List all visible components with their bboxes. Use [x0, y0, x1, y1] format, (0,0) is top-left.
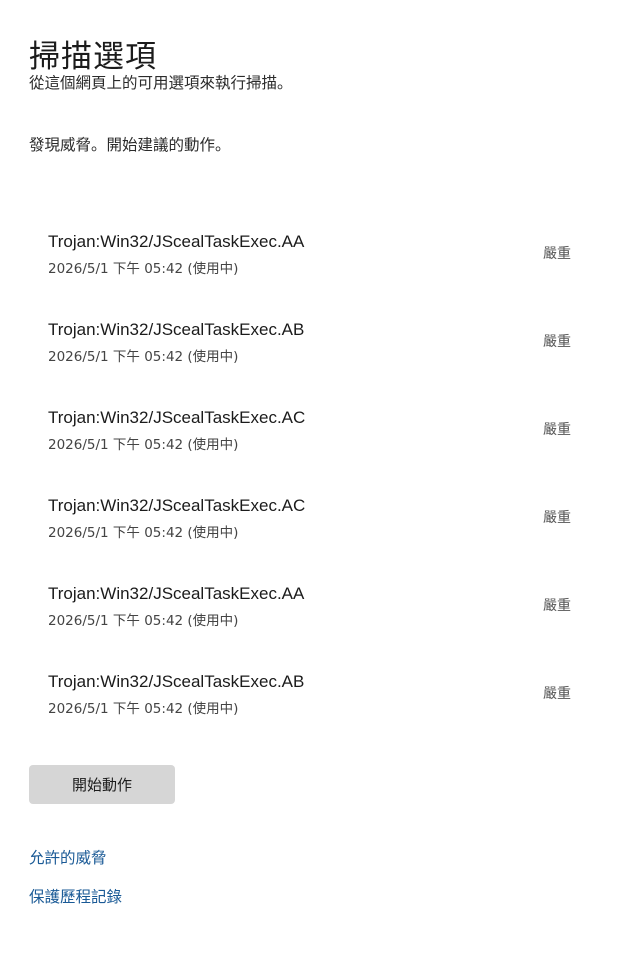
- threat-severity: 嚴重: [543, 686, 571, 702]
- threat-name: Trojan:Win32/JScealTaskExec.AA: [48, 232, 305, 251]
- threat-name: Trojan:Win32/JScealTaskExec.AB: [48, 672, 305, 691]
- threat-severity: 嚴重: [543, 246, 571, 262]
- threat-list: Trojan:Win32/JScealTaskExec.AA 2026/5/1 …: [0, 228, 635, 756]
- threat-row[interactable]: Trojan:Win32/JScealTaskExec.AB 2026/5/1 …: [0, 316, 635, 404]
- threat-timestamp: 2026/5/1 下午 05:42 (使用中): [48, 525, 239, 541]
- threat-timestamp: 2026/5/1 下午 05:42 (使用中): [48, 613, 239, 629]
- start-actions-button[interactable]: 開始動作: [29, 765, 175, 804]
- threat-severity: 嚴重: [543, 510, 571, 526]
- threat-row[interactable]: Trojan:Win32/JScealTaskExec.AC 2026/5/1 …: [0, 492, 635, 580]
- threat-name: Trojan:Win32/JScealTaskExec.AC: [48, 408, 306, 427]
- threat-severity: 嚴重: [543, 422, 571, 438]
- threat-name: Trojan:Win32/JScealTaskExec.AB: [48, 320, 305, 339]
- threat-row[interactable]: Trojan:Win32/JScealTaskExec.AA 2026/5/1 …: [0, 580, 635, 668]
- threat-timestamp: 2026/5/1 下午 05:42 (使用中): [48, 437, 239, 453]
- threat-severity: 嚴重: [543, 334, 571, 350]
- threat-row[interactable]: Trojan:Win32/JScealTaskExec.AA 2026/5/1 …: [0, 228, 635, 316]
- threat-severity: 嚴重: [543, 598, 571, 614]
- page-subtitle: 從這個網頁上的可用選項來執行掃描。: [29, 74, 293, 92]
- threat-row[interactable]: Trojan:Win32/JScealTaskExec.AB 2026/5/1 …: [0, 668, 635, 756]
- threat-row[interactable]: Trojan:Win32/JScealTaskExec.AC 2026/5/1 …: [0, 404, 635, 492]
- threat-name: Trojan:Win32/JScealTaskExec.AA: [48, 584, 305, 603]
- threat-status-text: 發現威脅。開始建議的動作。: [29, 136, 231, 154]
- protection-history-link[interactable]: 保護歷程記錄: [29, 885, 122, 907]
- threat-name: Trojan:Win32/JScealTaskExec.AC: [48, 496, 306, 515]
- threat-timestamp: 2026/5/1 下午 05:42 (使用中): [48, 701, 239, 717]
- allowed-threats-link[interactable]: 允許的威脅: [29, 846, 107, 868]
- page-title: 掃描選項: [29, 38, 157, 75]
- threat-timestamp: 2026/5/1 下午 05:42 (使用中): [48, 261, 239, 277]
- threat-timestamp: 2026/5/1 下午 05:42 (使用中): [48, 349, 239, 365]
